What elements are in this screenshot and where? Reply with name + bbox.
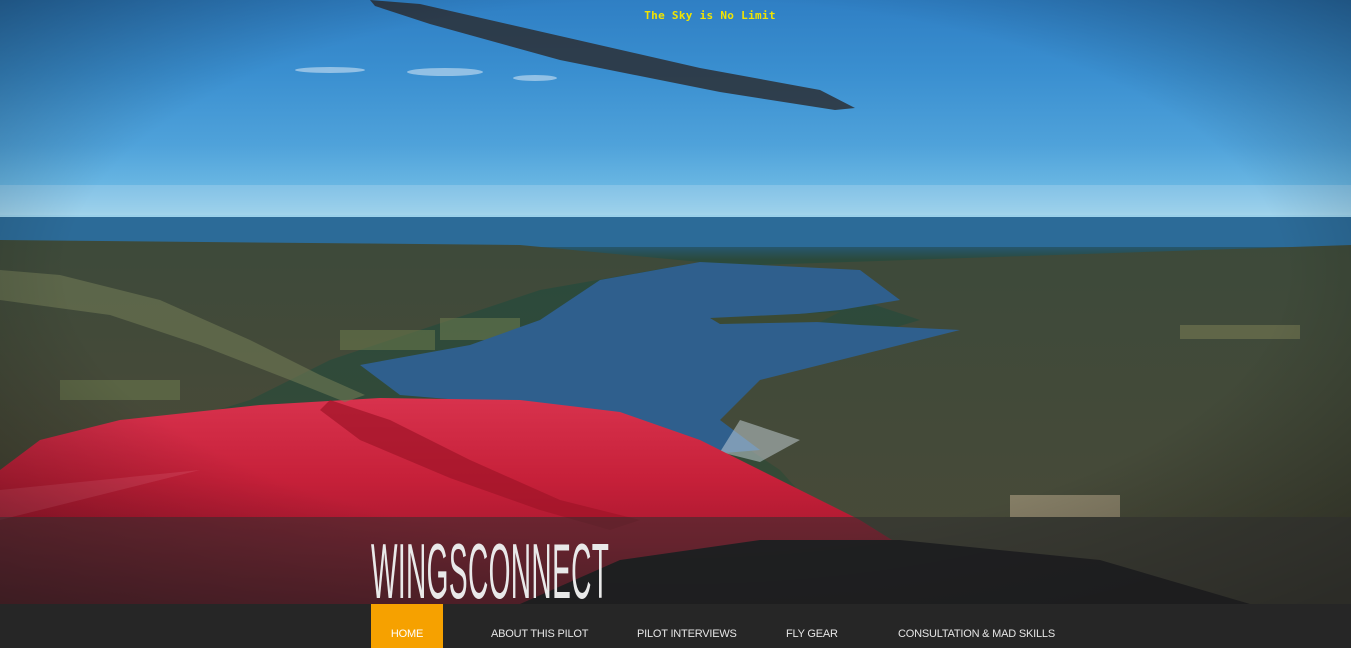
main-nav: HOME ABOUT THIS PILOT PILOT INTERVIEWS F… xyxy=(0,604,1351,648)
nav-item-home[interactable]: HOME xyxy=(371,604,443,648)
hero-image: The Sky is No Limit WINGSCONNECT xyxy=(0,0,1351,604)
nav-item-pilot-interviews[interactable]: PILOT INTERVIEWS xyxy=(637,604,737,648)
page: The Sky is No Limit WINGSCONNECT HOME AB… xyxy=(0,0,1351,648)
title-band xyxy=(0,517,1351,604)
site-title[interactable]: WINGSCONNECT xyxy=(371,532,609,604)
nav-item-about-this-pilot[interactable]: ABOUT THIS PILOT xyxy=(491,604,588,648)
nav-item-fly-gear[interactable]: FLY GEAR xyxy=(786,604,838,648)
nav-item-consultation[interactable]: CONSULTATION & MAD SKILLS xyxy=(898,604,1055,648)
aerial-photo xyxy=(0,0,1351,604)
site-tagline: The Sky is No Limit xyxy=(644,9,776,22)
